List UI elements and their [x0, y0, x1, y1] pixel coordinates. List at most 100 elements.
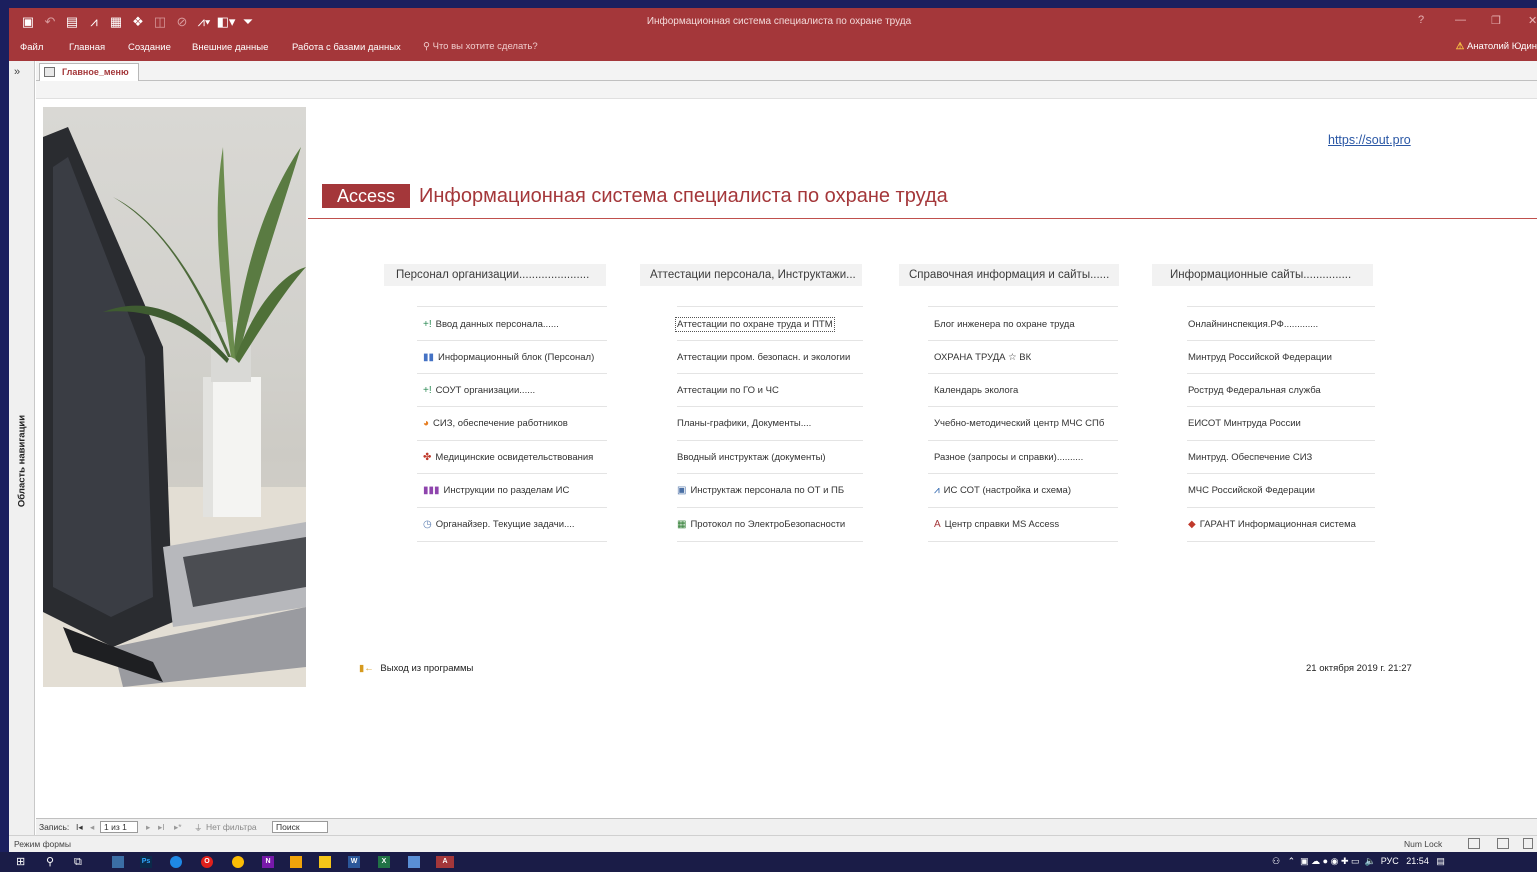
menu-item-websites-1[interactable]: Онлайнинспекция.РФ............. — [1188, 319, 1318, 330]
menu-item-reference-7[interactable]: A Центр справки MS Access — [934, 519, 1059, 530]
menu-item-websites-6[interactable]: МЧС Российской Федерации — [1188, 485, 1315, 496]
navigation-pane-label[interactable]: Область навигации — [17, 415, 28, 507]
form-view-button[interactable] — [1468, 838, 1480, 849]
menu-item-label: Вводный инструктаж (документы) — [677, 452, 826, 463]
file-explorer-icon[interactable] — [319, 856, 331, 868]
menu-item-websites-2[interactable]: Минтруд Российской Федерации — [1188, 352, 1332, 363]
menu-item-websites-4[interactable]: ЕИСОТ Минтруда России — [1188, 418, 1301, 429]
tab-create[interactable]: Создание — [128, 42, 171, 53]
date-time: 21 октября 2019 г. 21:27 — [1306, 663, 1412, 674]
tab-file[interactable]: Файл — [20, 42, 43, 53]
menu-item-attestations-3[interactable]: Аттестации по ГО и ЧС — [677, 385, 779, 396]
opera-icon[interactable]: O — [201, 856, 213, 868]
menu-item-websites-3[interactable]: Роструд Федеральная служба — [1188, 385, 1321, 396]
close-button[interactable]: ✕ — [1528, 14, 1537, 27]
filter-status[interactable]: Нет фильтра — [206, 822, 257, 832]
search-field[interactable]: Поиск — [272, 821, 328, 833]
windows-start-icon[interactable]: ⊞ — [16, 855, 25, 869]
user-account[interactable]: ⚠ Анатолий Юдин — [1456, 41, 1537, 52]
menu-item-reference-4[interactable]: Учебно-методический центр МЧС СПб — [934, 418, 1104, 429]
menu-item-icon: ▦ — [677, 519, 687, 530]
menu-item-label: Роструд Федеральная служба — [1188, 385, 1321, 396]
tray-chevron-icon[interactable]: ⌃ — [1288, 856, 1296, 866]
people-icon[interactable]: ⚇ — [1272, 856, 1280, 866]
windows-taskbar: ⊞ ⚲ ⧉ Ps O N W X A ⚇ ⌃ ▣ ☁ ● ◉ ✚ ▭ 🔈 РУС… — [0, 852, 1537, 872]
exit-button[interactable]: ▮← Выход из программы — [359, 663, 473, 674]
excel-icon[interactable]: X — [378, 856, 390, 868]
filter-icon: ⏚ — [194, 823, 203, 833]
menu-item-label: ЕИСОТ Минтруда России — [1188, 418, 1301, 429]
store-icon[interactable] — [290, 856, 302, 868]
menu-item-attestations-6[interactable]: ▣ Инструктаж персонала по ОТ и ПБ — [677, 485, 844, 496]
row-divider — [1187, 306, 1375, 307]
row-divider — [1187, 473, 1375, 474]
remote-desktop-icon[interactable] — [408, 856, 420, 868]
menu-item-label: Информационный блок (Персонал) — [438, 352, 595, 363]
record-label: Запись: — [39, 822, 70, 832]
tell-me-box[interactable]: ⚲ Что вы хотите сделать? — [423, 41, 538, 52]
menu-item-attestations-5[interactable]: Вводный инструктаж (документы) — [677, 452, 826, 463]
design-view-button[interactable] — [1523, 838, 1533, 849]
menu-item-personnel-3[interactable]: +! СОУТ организации...... — [423, 385, 535, 396]
menu-item-attestations-1[interactable]: Аттестации по охране труда и ПТМ — [675, 317, 835, 332]
prev-record-button[interactable]: ◂ — [90, 822, 94, 833]
last-record-button[interactable]: ▸I — [158, 822, 165, 833]
row-divider — [677, 473, 863, 474]
menu-item-websites-5[interactable]: Минтруд. Обеспечение СИЗ — [1188, 452, 1312, 463]
tab-database-tools[interactable]: Работа с базами данных — [292, 42, 401, 53]
menu-item-personnel-1[interactable]: +! Ввод данных персонала...... — [423, 319, 559, 330]
help-button[interactable]: ? — [1418, 14, 1424, 26]
tab-home[interactable]: Главная — [69, 42, 105, 53]
word-icon[interactable]: W — [348, 856, 360, 868]
tray-apps-icon[interactable]: ▣ ☁ ● ◉ ✚ ▭ — [1300, 856, 1359, 866]
search-icon[interactable]: ⚲ — [46, 855, 54, 869]
column-heading-reference: Справочная информация и сайты...... — [899, 264, 1119, 286]
row-divider — [928, 373, 1118, 374]
menu-item-label: Ввод данных персонала...... — [435, 319, 559, 330]
datasheet-view-button[interactable] — [1497, 838, 1509, 849]
menu-item-personnel-6[interactable]: ▮▮▮ Инструкции по разделам ИС — [423, 485, 569, 496]
desktop-app-icon[interactable] — [112, 856, 124, 868]
menu-item-personnel-2[interactable]: ▮▮ Информационный блок (Персонал) — [423, 352, 594, 363]
menu-item-attestations-7[interactable]: ▦ Протокол по ЭлектроБезопасности — [677, 519, 845, 530]
menu-item-reference-5[interactable]: Разное (запросы и справки).......... — [934, 452, 1083, 463]
tab-main-menu[interactable]: Главное_меню — [39, 63, 139, 81]
photoshop-icon[interactable]: Ps — [140, 856, 152, 868]
menu-item-attestations-2[interactable]: Аттестации пром. безопасн. и экологии — [677, 352, 850, 363]
menu-item-label: Календарь эколога — [934, 385, 1019, 396]
menu-item-icon: ⩘ — [934, 485, 940, 496]
current-record-field[interactable]: 1 из 1 — [100, 821, 138, 833]
menu-item-personnel-4[interactable]: ◕ СИЗ, обеспечение работников — [423, 418, 568, 429]
task-view-icon[interactable]: ⧉ — [74, 855, 82, 869]
volume-icon[interactable]: 🔈 — [1365, 856, 1376, 866]
row-divider — [677, 440, 863, 441]
navigation-pane[interactable]: » Область навигации — [9, 61, 35, 835]
menu-item-personnel-7[interactable]: ◷ Органайзер. Текущие задачи.... — [423, 519, 575, 530]
onenote-icon[interactable]: N — [262, 856, 274, 868]
menu-item-reference-1[interactable]: Блог инженера по охране труда — [934, 319, 1075, 330]
menu-item-personnel-5[interactable]: ✤ Медицинские освидетельствования — [423, 452, 593, 463]
menu-item-attestations-4[interactable]: Планы-графики, Документы.... — [677, 418, 811, 429]
tab-external-data[interactable]: Внешние данные — [192, 42, 268, 53]
menu-item-reference-2[interactable]: ОХРАНА ТРУДА ☆ ВК — [934, 352, 1031, 363]
menu-item-reference-3[interactable]: Календарь эколога — [934, 385, 1018, 396]
menu-item-label: ОХРАНА ТРУДА ☆ ВК — [934, 352, 1032, 363]
next-record-button[interactable]: ▸ — [146, 822, 150, 833]
view-mode: Режим формы — [14, 839, 71, 849]
language-indicator[interactable]: РУС — [1381, 856, 1399, 866]
access-taskbar-icon[interactable]: A — [436, 856, 454, 868]
messenger-icon[interactable] — [170, 856, 182, 868]
maximize-button[interactable]: ❐ — [1491, 14, 1501, 27]
first-record-button[interactable]: I◂ — [76, 822, 83, 833]
menu-item-icon: ▣ — [677, 485, 687, 496]
expand-nav-icon[interactable]: » — [14, 66, 20, 78]
chrome-icon[interactable] — [232, 856, 244, 868]
minimize-button[interactable]: — — [1455, 14, 1466, 26]
menu-item-label: ГАРАНТ Информационная система — [1199, 519, 1356, 530]
clock[interactable]: 21:54 — [1406, 856, 1429, 866]
notifications-icon[interactable]: ▤ — [1436, 856, 1445, 866]
new-record-button[interactable]: ▸* — [174, 822, 182, 833]
menu-item-websites-7[interactable]: ◆ ГАРАНТ Информационная система — [1188, 519, 1356, 530]
site-link[interactable]: https://sout.pro — [1328, 133, 1411, 147]
menu-item-reference-6[interactable]: ⩘ ИС СОТ (настройка и схема) — [934, 485, 1071, 496]
